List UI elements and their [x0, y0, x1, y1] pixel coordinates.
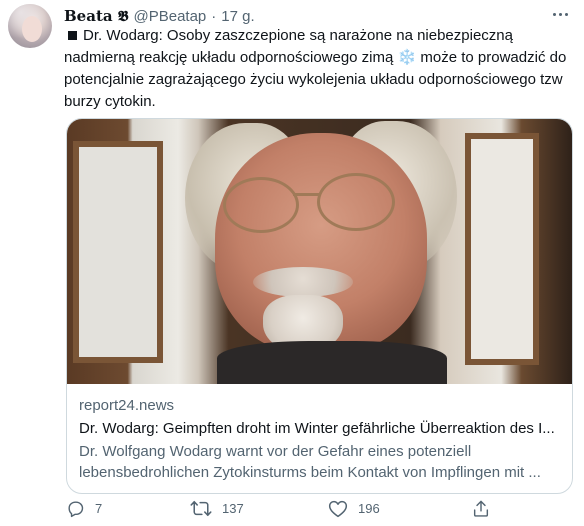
black-square-icon — [68, 31, 77, 41]
avatar[interactable] — [8, 4, 52, 48]
tweet-timestamp[interactable]: 17 g. — [221, 8, 254, 25]
author-handle[interactable]: @PBeatap — [134, 8, 207, 25]
retweet-icon — [190, 500, 212, 516]
action-bar: 7 137 196 — [64, 496, 584, 522]
like-icon — [328, 500, 348, 517]
glasses-right-lens — [317, 173, 395, 231]
glasses-bridge — [293, 193, 319, 196]
reply-button[interactable]: 7 — [66, 496, 102, 520]
snowflake-emoji: ❄️ — [397, 49, 417, 66]
tweet-text: Dr. Wodarg: Osoby zaszczepione są narażo… — [64, 25, 576, 113]
background-window-right — [465, 133, 539, 365]
card-description: Dr. Wolfgang Wodarg warnt vor der Gefahr… — [79, 443, 541, 481]
glasses-left-lens — [223, 177, 299, 233]
like-count: 196 — [358, 500, 380, 516]
separator-dot: · — [211, 7, 217, 25]
shirt — [217, 341, 447, 384]
retweet-button[interactable]: 137 — [190, 496, 244, 520]
card-image[interactable] — [67, 119, 572, 384]
card-title: Dr. Wodarg: Geimpften droht im Winter ge… — [79, 420, 555, 437]
mustache — [253, 267, 353, 297]
like-button[interactable]: 196 — [328, 496, 380, 520]
avatar-face — [22, 16, 42, 42]
share-icon — [473, 500, 489, 517]
author-name[interactable]: Beata 𝕭 — [64, 7, 129, 25]
tweet-header: Beata 𝕭 @PBeatap · 17 g. — [64, 6, 255, 26]
card-domain: report24.news — [79, 397, 175, 414]
retweet-count: 137 — [222, 500, 244, 516]
reply-count: 7 — [95, 500, 103, 516]
background-window-left — [73, 141, 163, 363]
link-card[interactable]: report24.news Dr. Wodarg: Geimpften droh… — [66, 118, 573, 494]
share-button[interactable] — [472, 496, 490, 520]
tweet[interactable]: Beata 𝕭 @PBeatap · 17 g. Dr. Wodarg: Oso… — [0, 0, 584, 526]
more-icon[interactable] — [548, 4, 572, 24]
reply-icon — [68, 500, 84, 517]
